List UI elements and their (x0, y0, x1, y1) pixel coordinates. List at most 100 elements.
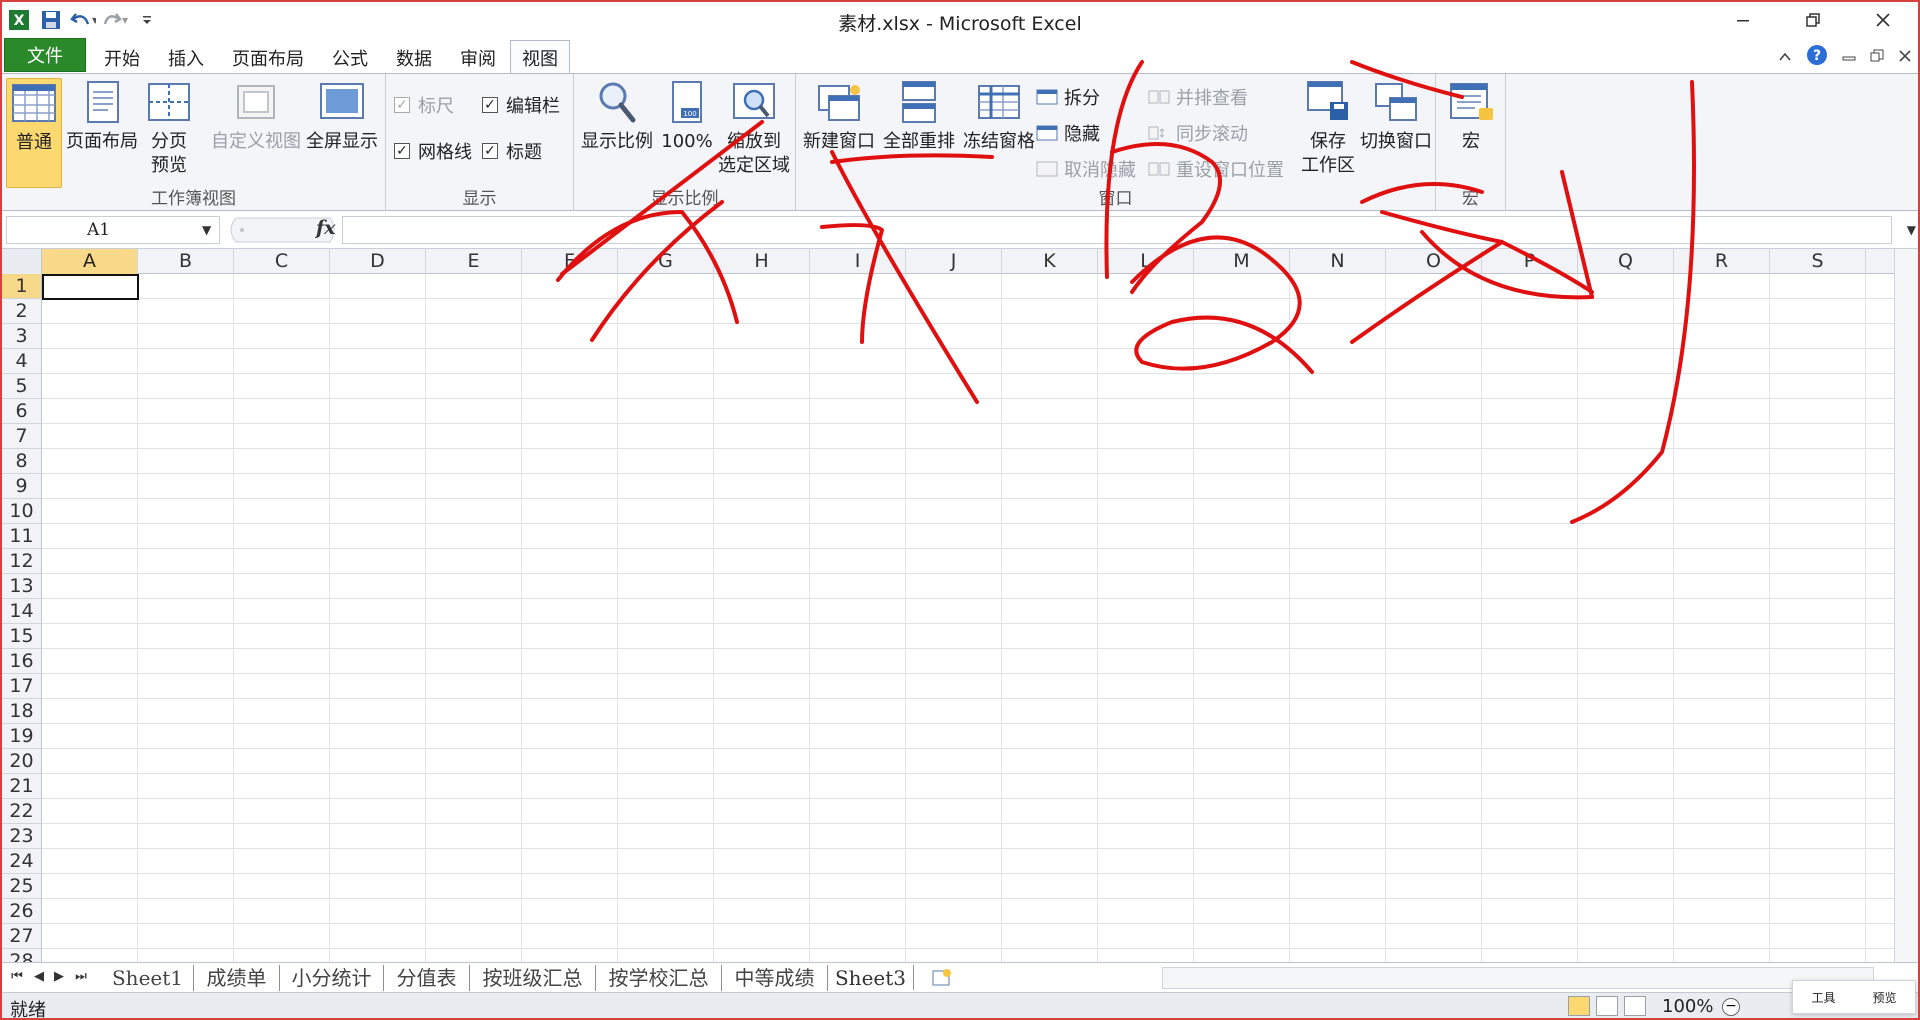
row-header-15[interactable]: 15 (2, 624, 42, 649)
column-header-s[interactable]: S (1770, 249, 1866, 274)
column-header-p[interactable]: P (1482, 249, 1578, 274)
new-window-button[interactable]: 新建窗口 (800, 78, 878, 154)
row-header-19[interactable]: 19 (2, 724, 42, 749)
macros-button[interactable]: 宏 (1444, 78, 1498, 154)
column-header-m[interactable]: M (1194, 249, 1290, 274)
page-layout-view-button[interactable]: 页面布局 (64, 78, 140, 154)
zoom-button[interactable]: 显示比例 (580, 78, 654, 154)
prev-sheet-icon[interactable]: ◀ (30, 967, 48, 987)
page-break-preview-button[interactable]: 分页 预览 (142, 78, 196, 178)
sheet-tab-5[interactable]: 按学校汇总 (596, 965, 722, 991)
sheet-tab-6[interactable]: 中等成绩 (722, 965, 828, 991)
tab-file[interactable]: 文件 (4, 38, 86, 72)
page-layout-status-button[interactable] (1596, 996, 1618, 1016)
tab-page-layout[interactable]: 页面布局 (224, 42, 312, 74)
doc-minimize-icon[interactable] (1842, 48, 1856, 67)
tab-insert[interactable]: 插入 (158, 42, 214, 74)
sheet-tab-7[interactable]: Sheet3 (828, 965, 914, 991)
active-cell[interactable] (42, 274, 139, 300)
sheet-tab-0[interactable]: Sheet1 (102, 965, 194, 991)
name-box[interactable]: A1 (6, 216, 220, 244)
full-screen-button[interactable]: 全屏显示 (304, 78, 380, 154)
last-sheet-icon[interactable]: ⏭ (72, 967, 90, 987)
normal-view-button[interactable]: 普通 (6, 78, 62, 188)
sheet-tab-1[interactable]: 成绩单 (194, 965, 280, 991)
row-header-14[interactable]: 14 (2, 599, 42, 624)
sheet-tab-3[interactable]: 分值表 (384, 965, 470, 991)
column-header-e[interactable]: E (426, 249, 522, 274)
sheet-tab-2[interactable]: 小分统计 (280, 965, 384, 991)
zoom-100-button[interactable]: 100 100% (660, 78, 714, 154)
select-all-button[interactable] (2, 249, 42, 274)
save-workspace-button[interactable]: 保存 工作区 (1300, 78, 1356, 178)
switch-windows-button[interactable]: 切换窗口 (1358, 78, 1434, 154)
ruler-checkbox[interactable]: ✓ 标尺 (394, 92, 454, 118)
row-header-17[interactable]: 17 (2, 674, 42, 699)
freeze-panes-button[interactable]: 冻结窗格 (958, 78, 1040, 154)
custom-views-button[interactable]: 自定义视图 (210, 78, 302, 154)
row-header-18[interactable]: 18 (2, 699, 42, 724)
row-header-27[interactable]: 27 (2, 924, 42, 949)
row-header-3[interactable]: 3 (2, 324, 42, 349)
column-header-d[interactable]: D (330, 249, 426, 274)
row-header-10[interactable]: 10 (2, 499, 42, 524)
page-break-status-button[interactable] (1624, 996, 1646, 1016)
headings-checkbox[interactable]: ✓ 标题 (482, 138, 542, 164)
preview-button[interactable]: 预览 (1872, 989, 1896, 1006)
first-sheet-icon[interactable]: ⏮ (8, 967, 26, 987)
column-header-b[interactable]: B (138, 249, 234, 274)
zoom-to-selection-button[interactable]: 缩放到 选定区域 (714, 78, 794, 178)
row-header-6[interactable]: 6 (2, 399, 42, 424)
minimize-ribbon-icon[interactable] (1778, 48, 1792, 67)
formula-input[interactable] (342, 216, 1892, 244)
gridlines-checkbox[interactable]: ✓ 网格线 (394, 138, 472, 164)
row-header-22[interactable]: 22 (2, 799, 42, 824)
vertical-scrollbar[interactable] (1894, 249, 1918, 962)
row-header-5[interactable]: 5 (2, 374, 42, 399)
tab-data[interactable]: 数据 (388, 42, 440, 74)
tools-button[interactable]: 工具 (1811, 989, 1835, 1006)
row-header-24[interactable]: 24 (2, 849, 42, 874)
cell-area[interactable] (42, 274, 1894, 962)
minimize-button[interactable] (1708, 2, 1778, 38)
arrange-all-button[interactable]: 全部重排 (880, 78, 958, 154)
reset-window-position-button[interactable]: 重设窗口位置 (1148, 156, 1284, 182)
column-header-f[interactable]: F (522, 249, 618, 274)
formula-bar-checkbox[interactable]: ✓ 编辑栏 (482, 92, 560, 118)
column-header-i[interactable]: I (810, 249, 906, 274)
row-header-13[interactable]: 13 (2, 574, 42, 599)
column-header-r[interactable]: R (1674, 249, 1770, 274)
column-header-a[interactable]: A (42, 249, 138, 274)
row-header-4[interactable]: 4 (2, 349, 42, 374)
column-header-q[interactable]: Q (1578, 249, 1674, 274)
column-header-n[interactable]: N (1290, 249, 1386, 274)
row-header-11[interactable]: 11 (2, 524, 42, 549)
unhide-button[interactable]: 取消隐藏 (1036, 156, 1136, 182)
row-header-26[interactable]: 26 (2, 899, 42, 924)
column-header-k[interactable]: K (1002, 249, 1098, 274)
row-header-1[interactable]: 1 (2, 274, 42, 299)
sync-scroll-button[interactable]: 同步滚动 (1148, 120, 1248, 146)
column-header-l[interactable]: L (1098, 249, 1194, 274)
doc-restore-icon[interactable] (1870, 48, 1884, 67)
insert-sheet-icon[interactable] (930, 967, 954, 993)
zoom-out-button[interactable]: − (1722, 998, 1740, 1016)
row-header-9[interactable]: 9 (2, 474, 42, 499)
column-header-g[interactable]: G (618, 249, 714, 274)
chevron-down-icon[interactable]: ▼ (202, 223, 211, 237)
sheet-tab-4[interactable]: 按班级汇总 (470, 965, 596, 991)
view-side-by-side-button[interactable]: 并排查看 (1148, 84, 1248, 110)
close-button[interactable] (1848, 2, 1918, 38)
row-header-21[interactable]: 21 (2, 774, 42, 799)
tab-view[interactable]: 视图 (510, 40, 570, 74)
column-header-o[interactable]: O (1386, 249, 1482, 274)
tab-home[interactable]: 开始 (94, 42, 150, 74)
help-icon[interactable]: ? (1806, 44, 1828, 70)
row-header-7[interactable]: 7 (2, 424, 42, 449)
hide-button[interactable]: 隐藏 (1036, 120, 1100, 146)
split-button[interactable]: 拆分 (1036, 84, 1100, 110)
tab-formulas[interactable]: 公式 (324, 42, 376, 74)
column-header-j[interactable]: J (906, 249, 1002, 274)
row-header-23[interactable]: 23 (2, 824, 42, 849)
row-header-25[interactable]: 25 (2, 874, 42, 899)
